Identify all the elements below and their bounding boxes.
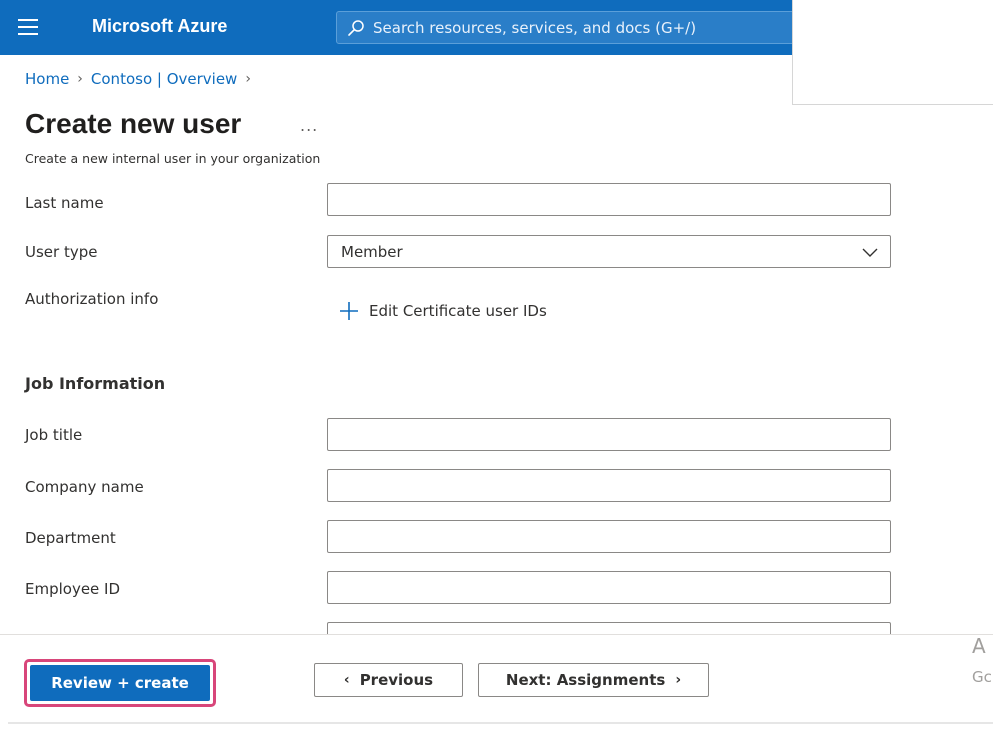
watermark-line2: Gc (972, 668, 992, 686)
authorization-info-label: Authorization info (25, 290, 159, 308)
overlay-panel (792, 0, 993, 105)
next-assignments-button[interactable]: Next: Assignments › (478, 663, 709, 697)
employee-id-label: Employee ID (25, 580, 121, 598)
brand-title[interactable]: Microsoft Azure (92, 16, 227, 37)
footer-bar: Review + create ‹ Previous Next: Assignm… (0, 634, 993, 724)
chevron-right-icon: › (245, 71, 251, 87)
watermark-line1: A (972, 634, 986, 658)
previous-button[interactable]: ‹ Previous (314, 663, 463, 697)
breadcrumb: Home › Contoso | Overview › (25, 70, 251, 88)
page-subtitle: Create a new internal user in your organ… (25, 151, 321, 166)
highlight-box: Review + create (24, 659, 216, 707)
panel-bottom-edge (8, 722, 993, 724)
job-title-field[interactable] (327, 418, 891, 451)
breadcrumb-home[interactable]: Home (25, 70, 69, 88)
form-area[interactable]: Last name User type Member Authorization… (0, 180, 993, 634)
next-label: Next: Assignments (505, 671, 666, 689)
last-name-label: Last name (25, 194, 104, 212)
user-type-dropdown[interactable]: Member (327, 235, 891, 268)
user-type-label: User type (25, 243, 98, 261)
job-information-heading: Job Information (25, 374, 166, 393)
chevron-right-icon: › (675, 672, 682, 688)
more-options-icon[interactable]: ... (300, 116, 318, 135)
search-input[interactable] (371, 12, 791, 43)
global-search[interactable] (336, 11, 806, 44)
page-title: Create new user (25, 108, 242, 139)
chevron-right-icon: › (77, 71, 83, 87)
edit-certificate-user-ids-label: Edit Certificate user IDs (369, 302, 547, 320)
plus-icon (340, 302, 358, 320)
review-create-button[interactable]: Review + create (30, 665, 210, 701)
job-title-label: Job title (25, 426, 83, 444)
last-name-field[interactable] (327, 183, 891, 216)
edit-certificate-user-ids-link[interactable]: Edit Certificate user IDs (339, 301, 547, 321)
previous-label: Previous (359, 671, 434, 689)
chevron-left-icon: ‹ (343, 672, 350, 688)
user-type-value: Member (341, 243, 403, 261)
chevron-down-icon (862, 248, 878, 257)
department-label: Department (25, 529, 116, 547)
company-name-field[interactable] (327, 469, 891, 502)
next-field-partial[interactable] (327, 622, 891, 634)
employee-id-field[interactable] (327, 571, 891, 604)
search-icon (348, 20, 364, 36)
department-field[interactable] (327, 520, 891, 553)
breadcrumb-contoso-overview[interactable]: Contoso | Overview (91, 70, 237, 88)
hamburger-menu-icon[interactable] (18, 19, 38, 35)
company-name-label: Company name (25, 478, 144, 496)
